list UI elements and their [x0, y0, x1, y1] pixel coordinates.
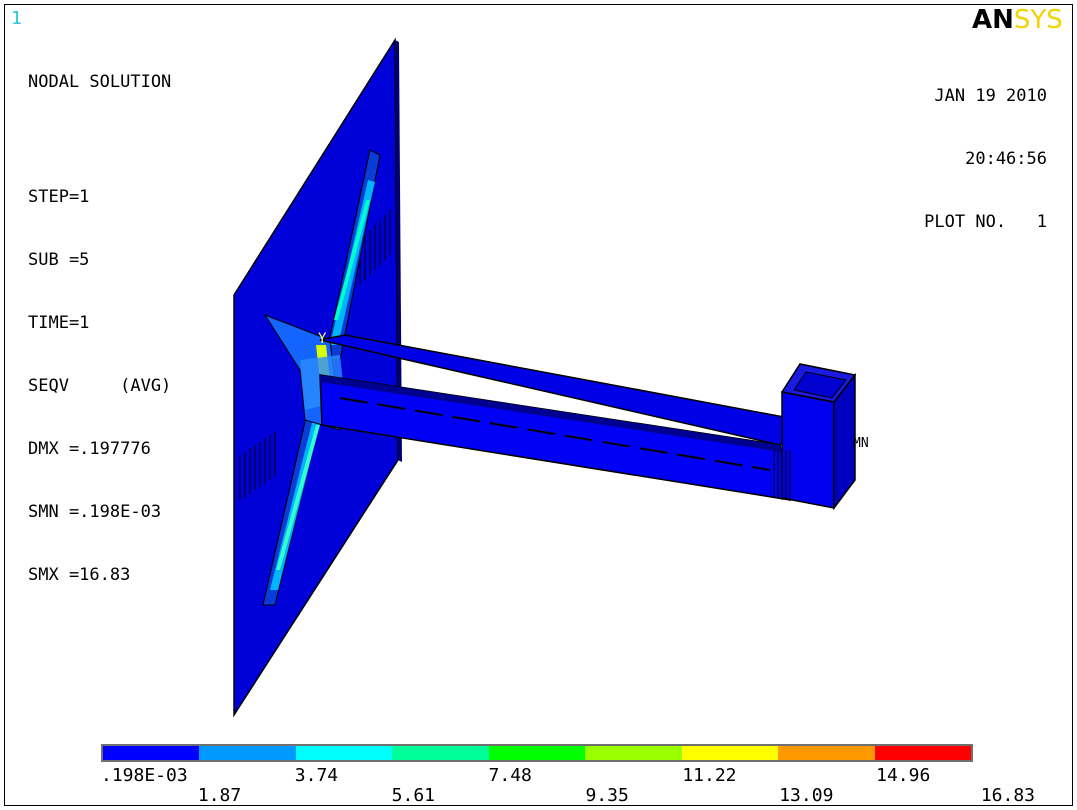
legend-swatch: [585, 746, 682, 760]
axis-label-y: Y: [318, 331, 327, 347]
contour-legend-bar: [101, 744, 973, 762]
legend-label-bottom: 16.83: [980, 785, 1035, 806]
legend-swatch: [874, 746, 971, 760]
legend-swatch: [103, 746, 200, 760]
legend-swatch: [778, 746, 875, 760]
legend-label-top: 7.48: [488, 765, 532, 786]
fea-model-view[interactable]: Y MN: [0, 0, 1077, 810]
legend-label-top: 11.22: [682, 765, 737, 786]
legend-swatch: [295, 746, 393, 760]
min-marker: MN: [853, 436, 869, 451]
legend-label-bottom: 9.35: [585, 785, 629, 806]
legend-swatch: [488, 746, 586, 760]
legend-label-top: 14.96: [876, 765, 931, 786]
legend-label-bottom: 5.61: [391, 785, 436, 806]
legend-label-bottom: 13.09: [779, 785, 834, 806]
legend-swatch: [199, 746, 296, 760]
legend-label-bottom: 1.87: [197, 785, 242, 806]
legend-label-top: 3.74: [294, 765, 339, 786]
legend-label-top: .198E-03: [101, 765, 188, 786]
legend-swatch: [392, 746, 489, 760]
legend-swatch: [681, 746, 779, 760]
